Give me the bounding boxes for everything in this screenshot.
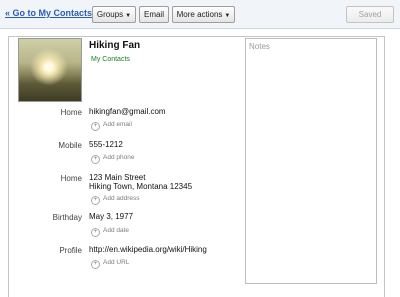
profile-url-value[interactable]: http://en.wikipedia.org/wiki/Hiking	[89, 245, 207, 255]
address-line-2[interactable]: Hiking Town, Montana 12345	[89, 182, 192, 192]
email-button-label: Email	[143, 10, 164, 19]
phone-type-label: Mobile	[58, 141, 82, 150]
groups-button-label: Groups	[96, 10, 124, 19]
more-actions-button[interactable]: More actions ▼	[172, 6, 235, 23]
more-actions-button-label: More actions	[176, 10, 223, 19]
add-date-label: Add date	[103, 227, 130, 234]
email-type-label: Home	[60, 108, 82, 117]
add-date-link[interactable]: + Add date	[91, 227, 129, 237]
chevron-down-icon: ▼	[224, 13, 231, 19]
profile-label: Profile	[59, 246, 82, 255]
add-phone-label: Add phone	[103, 154, 135, 161]
email-value[interactable]: hikingfan@gmail.com	[89, 107, 166, 117]
add-url-label: Add URL	[103, 259, 130, 266]
add-email-link[interactable]: + Add email	[91, 121, 132, 131]
add-address-link[interactable]: + Add address	[91, 195, 140, 205]
contact-name[interactable]: Hiking Fan	[89, 40, 140, 51]
notes-placeholder: Notes	[249, 42, 270, 51]
groups-button[interactable]: Groups ▼	[92, 6, 136, 23]
birthday-label: Birthday	[52, 213, 82, 222]
plus-circle-icon: +	[91, 122, 100, 131]
add-address-label: Add address	[103, 195, 140, 202]
add-phone-link[interactable]: + Add phone	[91, 154, 134, 164]
plus-circle-icon: +	[91, 228, 100, 237]
plus-circle-icon: +	[91, 196, 100, 205]
chevron-down-icon: ▼	[125, 13, 132, 19]
saved-button-label: Saved	[358, 10, 382, 19]
phone-value[interactable]: 555-1212	[89, 140, 123, 150]
plus-circle-icon: +	[91, 155, 100, 164]
plus-circle-icon: +	[91, 260, 100, 269]
contact-photo[interactable]	[18, 38, 82, 102]
add-url-link[interactable]: + Add URL	[91, 259, 129, 269]
birthday-value[interactable]: May 3, 1977	[89, 212, 133, 222]
contact-group[interactable]: My Contacts	[91, 56, 130, 63]
email-button[interactable]: Email	[139, 6, 169, 23]
address-type-label: Home	[60, 174, 82, 183]
add-email-label: Add email	[103, 121, 132, 128]
saved-button[interactable]: Saved	[346, 6, 394, 23]
notes-textarea[interactable]: Notes	[245, 38, 377, 284]
back-to-contacts-link[interactable]: « Go to My Contacts	[5, 8, 92, 18]
toolbar: « Go to My Contacts Groups ▼ Email More a…	[0, 0, 400, 29]
